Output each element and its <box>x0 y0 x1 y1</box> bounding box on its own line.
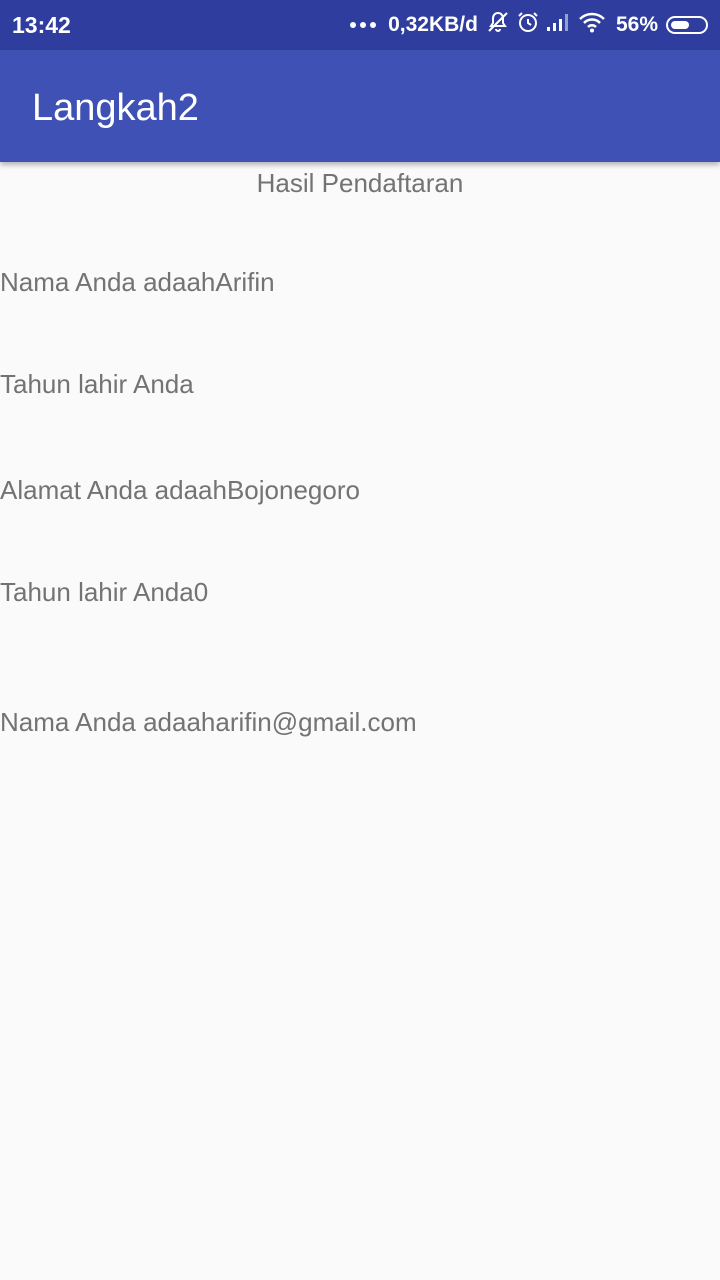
signal-icon <box>546 12 572 38</box>
birth-year-label: Tahun lahir Anda <box>0 369 194 399</box>
net-speed: 0,32KB/d <box>388 13 478 36</box>
page-heading: Hasil Pendaftaran <box>256 168 464 198</box>
address-result: Alamat Anda adaahBojonegoro <box>0 475 360 505</box>
app-bar: Langkah2 <box>0 50 720 162</box>
app-title: Langkah2 <box>32 87 199 129</box>
status-time: 13:42 <box>12 12 71 38</box>
name-result: Nama Anda adaahArifin <box>0 267 275 297</box>
status-bar: 13:42 0,32KB/d 56% <box>0 0 720 50</box>
email-result: Nama Anda adaaharifin@gmail.com <box>0 707 417 737</box>
wifi-icon <box>578 11 606 39</box>
battery-fill <box>671 21 689 29</box>
more-dots-icon <box>350 22 377 28</box>
battery-percent: 56% <box>615 13 658 36</box>
birth-year-result: Tahun lahir Anda0 <box>0 577 209 607</box>
battery-icon <box>666 16 708 34</box>
alarm-icon <box>516 10 540 40</box>
status-icons: 0,32KB/d 56% <box>350 10 708 40</box>
mute-bell-icon <box>486 10 510 40</box>
